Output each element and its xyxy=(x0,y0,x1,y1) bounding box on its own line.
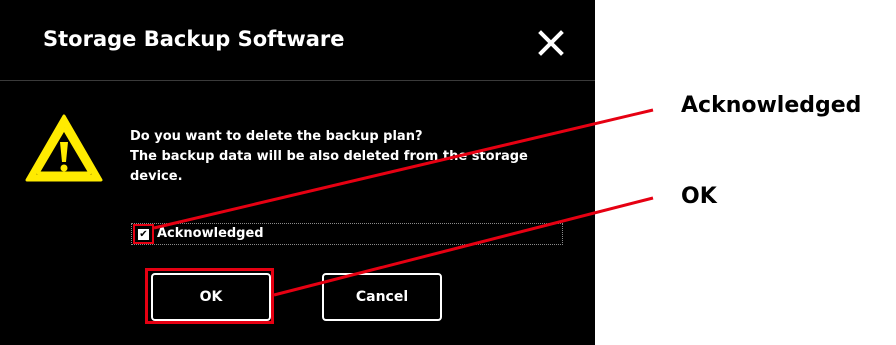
callout-lines xyxy=(153,108,654,297)
callout-line-ok xyxy=(273,196,654,297)
callout-acknowledged: Acknowledged xyxy=(681,93,862,118)
callout-line-acknowledged xyxy=(153,108,654,230)
callout-ok: OK xyxy=(681,184,717,209)
